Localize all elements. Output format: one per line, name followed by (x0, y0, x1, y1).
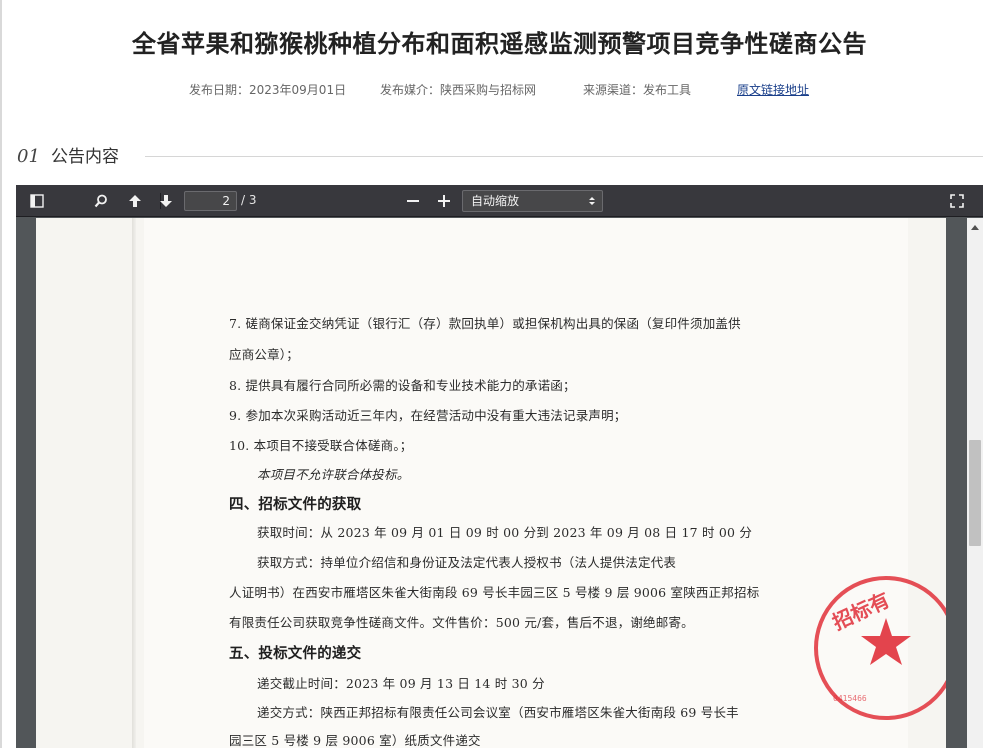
doc-line-submit-method-2: 园三区 5 号楼 9 层 9006 室）纸质文件递交 (229, 733, 481, 748)
vertical-scrollbar[interactable] (967, 218, 983, 748)
search-icon[interactable] (90, 191, 112, 211)
company-seal-stamp: 招标有 0415466 (814, 576, 946, 720)
doc-line-get-time: 获取时间：从 2023 年 09 月 01 日 09 时 00 分到 2023 … (257, 525, 753, 540)
page-title: 全省苹果和猕猴桃种植分布和面积遥感监测预警项目竞争性磋商公告 (132, 30, 867, 58)
doc-line-deadline: 递交截止时间：2023 年 09 月 13 日 14 时 30 分 (257, 676, 545, 691)
zoom-select[interactable]: 自动缩放 (462, 190, 603, 212)
arrow-down-icon[interactable] (155, 191, 177, 211)
source-channel: 来源渠道：发布工具 (583, 83, 692, 97)
doc-line-10: 10. 本项目不接受联合体磋商。； (229, 438, 413, 453)
page-left-border (0, 0, 2, 748)
publish-date: 发布日期：2023年09月01日 (189, 83, 347, 97)
fullscreen-icon[interactable] (946, 191, 968, 211)
doc-line-get-method-2: 人证明书）在西安市雁塔区朱雀大街南段 69 号长丰园三区 5 号楼 9 层 90… (229, 585, 760, 600)
doc-line-7: 7. 磋商保证金交纳凭证（银行汇（存）款回执单）或担保机构出具的保函（复印件须加… (229, 316, 741, 331)
sidebar-toggle-icon[interactable] (26, 191, 48, 211)
meta-row: 发布日期：2023年09月01日 发布媒介：陕西采购与招标网 来源渠道：发布工具… (0, 81, 999, 99)
zoom-value: 自动缩放 (471, 194, 520, 208)
doc-line-8: 8. 提供具有履行合同所必需的设备和专业技术能力的承诺函； (229, 378, 576, 393)
scan-fold-line (132, 218, 136, 748)
arrow-up-icon[interactable] (124, 191, 146, 211)
scanned-sheet (144, 218, 908, 748)
page-total: / 3 (241, 193, 257, 207)
section-title: 公告内容 (51, 147, 119, 167)
doc-heading-4: 四、招标文件的获取 (229, 497, 362, 513)
scrollbar-thumb[interactable] (969, 440, 981, 546)
doc-line-9: 9. 参加本次采购活动近三年内，在经营活动中没有重大违法记录声明； (229, 408, 627, 423)
publish-media: 发布媒介：陕西采购与招标网 (380, 83, 537, 97)
pdf-viewer: 2 / 3 自动缩放 7. 磋商保证金交纳凭证（银行汇（存）款回执单）或担保机构… (16, 185, 983, 748)
doc-line-consortium: 本项目不允许联合体投标。 (257, 467, 410, 482)
doc-line-7-cont: 应商公章）； (229, 347, 299, 362)
pdf-page: 7. 磋商保证金交纳凭证（银行汇（存）款回执单）或担保机构出具的保函（复印件须加… (36, 218, 946, 748)
doc-heading-5: 五、投标文件的递交 (229, 646, 362, 662)
doc-line-get-method: 获取方式：持单位介绍信和身份证及法定代表人授权书（法人提供法定代表 (257, 555, 677, 570)
scroll-up-arrow-icon[interactable] (967, 218, 983, 235)
minus-icon[interactable] (402, 191, 424, 211)
chevron-updown-icon (589, 197, 595, 205)
original-link[interactable]: 原文链接地址 (737, 81, 809, 98)
svg-text:0415466: 0415466 (833, 694, 867, 703)
doc-line-submit-method: 递交方式：陕西正邦招标有限责任公司会议室（西安市雁塔区朱雀大街南段 69 号长丰 (257, 705, 739, 720)
doc-line-get-method-3: 有限责任公司获取竞争性磋商文件。文件售价：500 元/套，售后不退，谢绝邮寄。 (229, 615, 694, 630)
section-divider (145, 156, 983, 157)
section-number: 01 (17, 146, 40, 167)
section-header: 01 公告内容 (17, 142, 119, 168)
plus-icon[interactable] (433, 191, 455, 211)
document-scroll-area[interactable]: 7. 磋商保证金交纳凭证（银行汇（存）款回执单）或担保机构出具的保函（复印件须加… (16, 218, 967, 748)
page-number-input[interactable]: 2 (184, 191, 237, 211)
pdf-toolbar: 2 / 3 自动缩放 (16, 185, 983, 217)
